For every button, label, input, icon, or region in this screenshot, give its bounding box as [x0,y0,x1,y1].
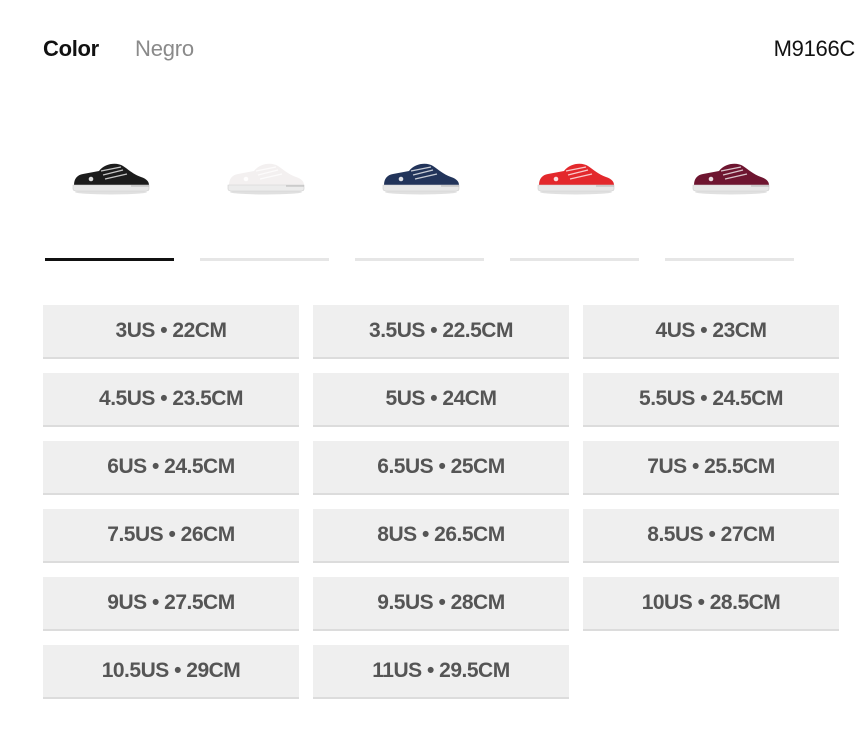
size-option-button[interactable]: 9US • 27.5CM [43,577,299,631]
shoe-icon [226,155,306,195]
size-option-button[interactable]: 4.5US • 23.5CM [43,373,299,427]
swatch-underline [665,258,794,261]
size-option-button[interactable]: 5US • 24CM [313,373,569,427]
size-option-button[interactable]: 10.5US • 29CM [43,645,299,699]
size-option-button[interactable]: 3US • 22CM [43,305,299,359]
color-swatch-navy[interactable] [355,135,484,261]
size-option-button[interactable]: 7US • 25.5CM [583,441,839,495]
color-swatch-red[interactable] [510,135,639,261]
size-option-button[interactable]: 7.5US • 26CM [43,509,299,563]
product-options: Color Negro M9166C 3US • 22CM 3.5US • 22.… [0,0,868,752]
size-option-button[interactable]: 4US • 23CM [583,305,839,359]
size-option-button[interactable]: 6US • 24.5CM [43,441,299,495]
size-option-button[interactable]: 9.5US • 28CM [313,577,569,631]
model-code: M9166C [773,36,856,61]
size-option-button[interactable]: 5.5US • 24.5CM [583,373,839,427]
shoe-icon [536,155,616,195]
size-option-button[interactable]: 10US • 28.5CM [583,577,839,631]
color-header: Color Negro M9166C [43,30,855,70]
color-swatch-maroon[interactable] [665,135,794,261]
swatch-underline [510,258,639,261]
shoe-icon [381,155,461,195]
color-label: Color [43,36,99,61]
size-option-button[interactable]: 6.5US • 25CM [313,441,569,495]
shoe-icon [71,155,151,195]
size-option-button[interactable]: 3.5US • 22.5CM [313,305,569,359]
swatch-underline [355,258,484,261]
swatch-underline [45,258,174,261]
swatch-underline [200,258,329,261]
color-swatch-black[interactable] [45,135,174,261]
selected-color-name: Negro [135,36,194,61]
size-option-button[interactable]: 11US • 29.5CM [313,645,569,699]
size-option-button[interactable]: 8.5US • 27CM [583,509,839,563]
shoe-icon [691,155,771,195]
color-swatch-list [45,135,805,265]
color-swatch-white[interactable] [200,135,329,261]
size-option-button[interactable]: 8US • 26.5CM [313,509,569,563]
